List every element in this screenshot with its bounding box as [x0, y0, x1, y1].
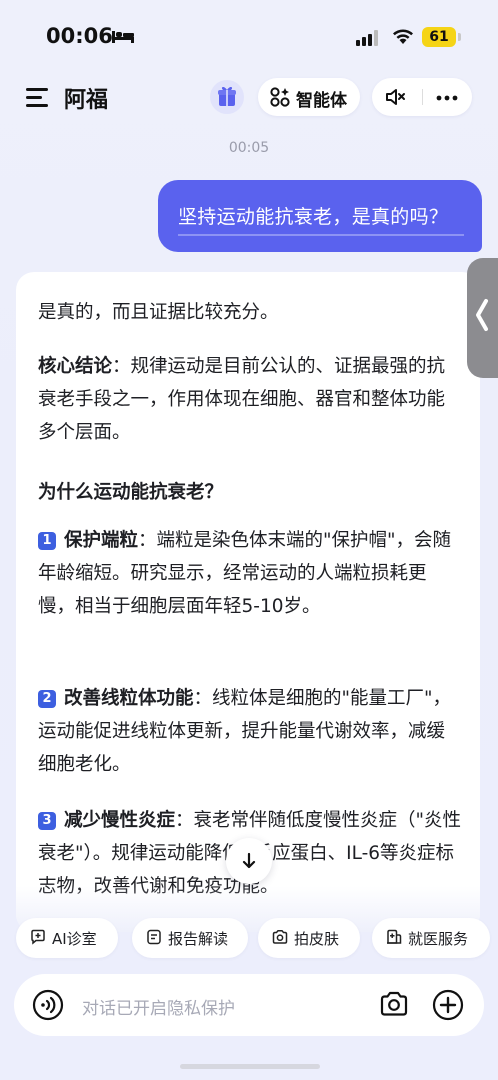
- status-bar: 00:06 61: [0, 0, 498, 72]
- quick-action-chips: AI诊室 报告解读 拍皮肤 就医服务: [0, 918, 498, 960]
- app-header: 阿福 智能体: [0, 76, 498, 120]
- more-options-icon[interactable]: [436, 95, 458, 101]
- chevron-left-icon: [476, 299, 488, 331]
- assistant-answer-card: 是真的，而且证据比较充分。 核心结论：规律运动是目前公认的、证据最强的抗衰老手段…: [16, 272, 480, 932]
- point-item: 1 保护端粒：端粒是染色体末端的"保护帽"，会随年龄缩短。研究显示，经常运动的人端…: [38, 524, 462, 623]
- point-title: 保护端粒: [64, 530, 139, 551]
- chip-medical-service[interactable]: 就医服务: [372, 918, 490, 958]
- status-time: 00:06: [46, 24, 113, 48]
- home-indicator: [180, 1064, 320, 1069]
- chip-ai-clinic[interactable]: AI诊室: [16, 918, 118, 958]
- point-title: 减少慢性炎症: [64, 810, 176, 831]
- user-message-text: 坚持运动能抗衰老，是真的吗？: [178, 206, 449, 228]
- chip-label: AI诊室: [52, 930, 97, 948]
- hospital-icon: [387, 929, 402, 944]
- chat-cross-icon: [31, 929, 45, 945]
- core-conclusion-label: 核心结论: [38, 356, 113, 377]
- point-title: 改善线粒体功能: [64, 688, 194, 709]
- number-badge-icon: 2: [38, 690, 56, 708]
- divider: [422, 89, 423, 105]
- gift-icon: [218, 86, 236, 106]
- agent-label: 智能体: [296, 91, 347, 111]
- battery-indicator: 61: [422, 27, 456, 47]
- point-item: 2 改善线粒体功能：线粒体是细胞的"能量工厂"，运动能促进线粒体更新，提升能量代谢…: [38, 682, 462, 781]
- gift-button[interactable]: [210, 80, 244, 114]
- core-conclusion: 核心结论：规律运动是目前公认的、证据最强的抗衰老手段之一，作用体现在细胞、器官和…: [38, 350, 462, 449]
- section-question-text: 为什么运动能抗衰老？: [38, 482, 224, 503]
- wifi-icon: [393, 29, 413, 44]
- chat-input-bar[interactable]: 对话已开启隐私保护: [14, 974, 484, 1036]
- voice-control-pill: [372, 78, 472, 116]
- cellular-signal-icon: [356, 30, 378, 46]
- camera-button-icon[interactable]: [380, 991, 408, 1017]
- battery-tip: [458, 33, 461, 41]
- sleep-focus-icon: [112, 31, 134, 43]
- chip-label: 就医服务: [408, 930, 469, 948]
- chip-label: 报告解读: [168, 930, 229, 948]
- chat-timestamp: 00:05: [228, 140, 270, 156]
- number-badge-icon: 3: [38, 812, 56, 830]
- menu-icon[interactable]: [26, 88, 48, 108]
- user-message-bubble[interactable]: 坚持运动能抗衰老，是真的吗？: [158, 180, 482, 252]
- input-placeholder[interactable]: 对话已开启隐私保护: [82, 994, 235, 1019]
- agent-button[interactable]: 智能体: [258, 78, 360, 116]
- add-attachment-icon[interactable]: [432, 989, 464, 1021]
- chip-label: 拍皮肤: [294, 930, 340, 948]
- answer-intro: 是真的，而且证据比较充分。: [38, 302, 279, 323]
- voice-input-icon[interactable]: [32, 989, 64, 1021]
- text-underline: [178, 234, 464, 236]
- chip-report[interactable]: 报告解读: [132, 918, 248, 958]
- scroll-to-bottom-button[interactable]: [226, 838, 272, 884]
- document-icon: [147, 929, 161, 945]
- speaker-mute-icon[interactable]: [384, 87, 406, 107]
- app-title: 阿福: [64, 88, 109, 113]
- section-question: 为什么运动能抗衰老？: [38, 476, 462, 509]
- camera-icon: [272, 930, 288, 944]
- side-drawer-handle[interactable]: [467, 258, 498, 378]
- number-badge-icon: 1: [38, 532, 56, 550]
- agent-grid-icon: [270, 87, 290, 107]
- chip-skin-photo[interactable]: 拍皮肤: [258, 918, 360, 958]
- arrow-down-icon: [242, 852, 256, 869]
